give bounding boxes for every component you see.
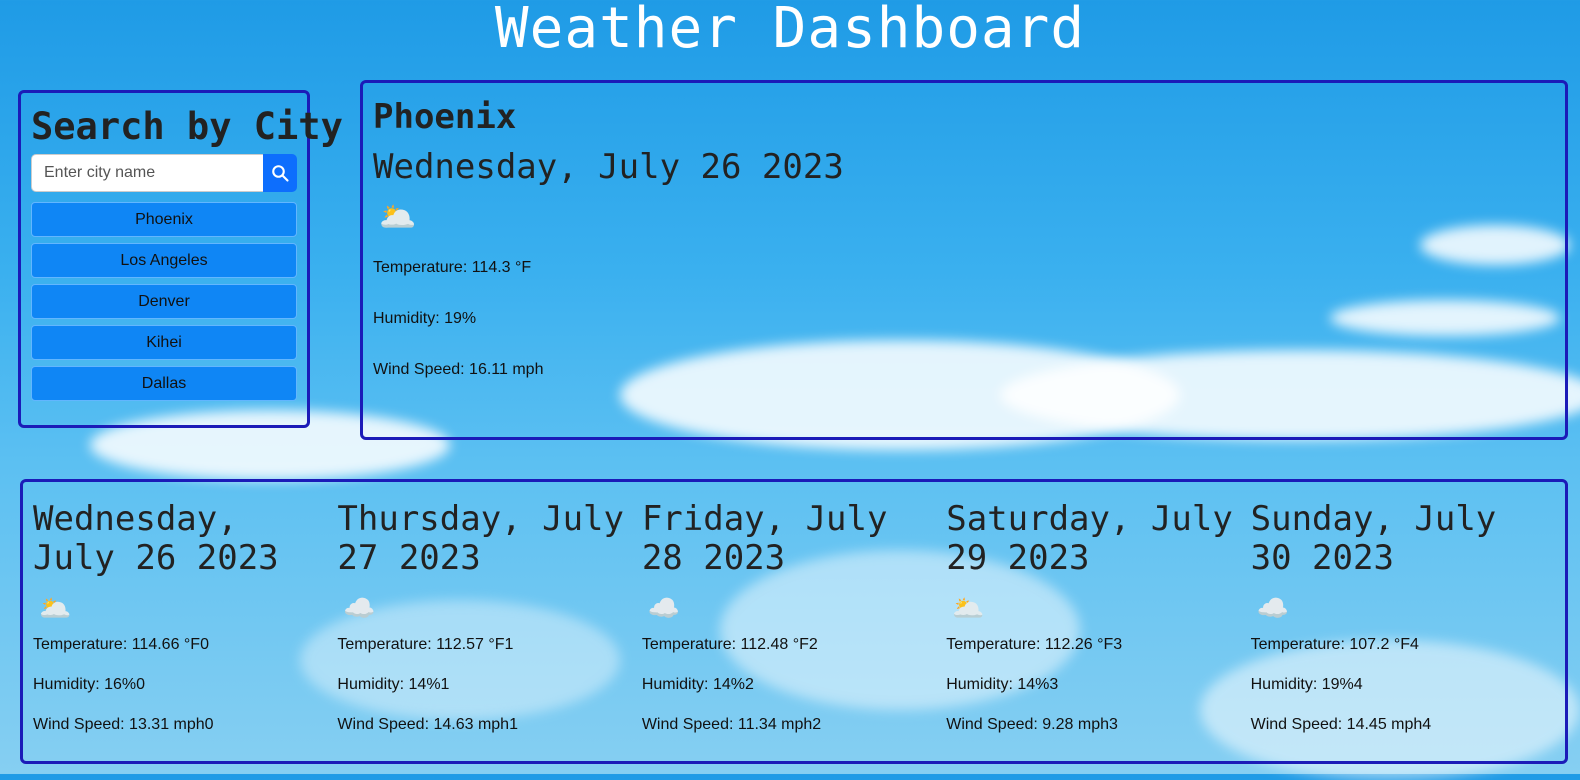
forecast-wind-speed: Wind Speed: 11.34 mph2 [641,716,822,733]
city-button-kihei[interactable]: Kihei [31,325,297,360]
forecast-humidity: Humidity: 19%4 [1250,676,1363,693]
broken-clouds-icon: ☁️ [647,593,681,623]
forecast-wind-speed: Wind Speed: 14.63 mph1 [337,716,518,733]
forecast-card: Saturday, July 29 2023 🌥️ Temperature: 1… [946,500,1250,761]
forecast-date: Wednesday, July 26 2023 [33,499,279,578]
current-wind-speed: Wind Speed: 16.11 mph [373,361,544,378]
current-city-name: Phoenix [373,97,517,137]
partly-sunny-icon: 🌥️ [379,201,417,234]
search-panel: Search by City Phoenix Los Angeles Denve… [18,90,343,428]
city-button-phoenix[interactable]: Phoenix [31,202,297,237]
forecast-date: Thursday, July 27 2023 [337,499,624,578]
forecast-temperature: Temperature: 112.57 °F1 [337,636,514,653]
forecast-temperature: Temperature: 112.26 °F3 [946,636,1123,653]
partly-sunny-icon: 🌥️ [952,593,985,623]
search-form [31,154,297,192]
forecast-temperature: Temperature: 114.66 °F0 [33,636,209,653]
forecast-date: Sunday, July 30 2023 [1250,499,1497,578]
current-date: Wednesday, July 26 2023 [373,147,844,187]
forecast-card: Friday, July 28 2023 ☁️ Temperature: 112… [642,500,946,761]
cloud-icon: ☁️ [343,593,376,623]
forecast-card: Thursday, July 27 2023 ☁️ Temperature: 1… [337,500,641,761]
forecast-humidity: Humidity: 14%1 [337,676,450,693]
search-title: Search by City [31,105,343,148]
forecast-humidity: Humidity: 14%3 [946,676,1059,693]
forecast-humidity: Humidity: 14%2 [641,676,754,693]
forecast-temperature: Temperature: 107.2 °F4 [1250,636,1419,653]
page-title: Weather Dashboard [494,0,1086,61]
search-input[interactable] [31,154,263,192]
search-icon [272,165,289,182]
forecast-wind-speed: Wind Speed: 9.28 mph3 [946,716,1118,733]
forecast-card: Wednesday, July 26 2023 🌥️ Temperature: … [33,500,337,761]
forecast-panel: Wednesday, July 26 2023 🌥️ Temperature: … [20,479,1568,764]
search-button[interactable] [263,154,297,192]
search-history-list: Phoenix Los Angeles Denver Kihei Dallas [31,202,297,401]
forecast-wind-speed: Wind Speed: 13.31 mph0 [33,716,214,733]
cloud-icon: ☁️ [1256,593,1289,623]
forecast-date: Saturday, July 29 2023 [946,499,1233,578]
partly-sunny-icon: 🌥️ [39,593,72,623]
city-button-dallas[interactable]: Dallas [31,366,297,401]
current-humidity: Humidity: 19% [373,310,477,327]
forecast-card: Sunday, July 30 2023 ☁️ Temperature: 107… [1251,500,1555,761]
forecast-humidity: Humidity: 16%0 [33,676,146,693]
city-button-los-angeles[interactable]: Los Angeles [31,243,297,278]
current-weather-panel: Phoenix Wednesday, July 26 2023 🌥️ Tempe… [360,80,1568,440]
city-button-denver[interactable]: Denver [31,284,297,319]
forecast-temperature: Temperature: 112.48 °F2 [641,636,818,653]
forecast-wind-speed: Wind Speed: 14.45 mph4 [1250,716,1432,733]
current-temperature: Temperature: 114.3 °F [373,259,532,276]
current-stats: Temperature: 114.3 °F Humidity: 19% Wind… [373,259,1555,379]
forecast-date: Friday, July 28 2023 [641,499,888,578]
